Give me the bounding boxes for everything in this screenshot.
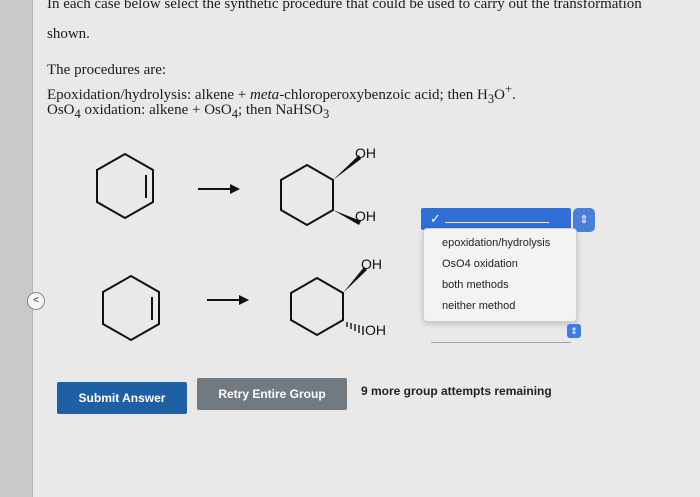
procedure-select-2[interactable] bbox=[431, 322, 571, 343]
question-text-continued: shown. bbox=[47, 26, 90, 42]
select-stepper-icon[interactable]: ⇕ bbox=[567, 324, 581, 338]
dropdown-option[interactable]: epoxidation/hydrolysis bbox=[442, 237, 550, 249]
dropdown-option[interactable]: neither method bbox=[442, 300, 515, 312]
retry-entire-group-button[interactable]: Retry Entire Group bbox=[197, 378, 347, 410]
oh-label: OH bbox=[365, 322, 386, 338]
question-panel: In each case below select the synthetic … bbox=[27, 0, 700, 497]
select-stepper-icon[interactable]: ⇕ bbox=[573, 208, 595, 232]
cyclohexene-structure-1 bbox=[96, 152, 154, 220]
dropdown-menu: epoxidation/hydrolysis OsO4 oxidation bo… bbox=[423, 228, 577, 322]
oh-label: OH bbox=[355, 145, 376, 161]
back-arrow-icon[interactable]: < bbox=[27, 292, 45, 310]
checkmark-icon: ✓ bbox=[430, 211, 441, 226]
procedures-heading: The procedures are: bbox=[47, 62, 167, 78]
hashed-wedge bbox=[346, 322, 364, 335]
selected-value-line bbox=[445, 222, 549, 223]
oh-label: OH bbox=[361, 256, 382, 272]
reaction-arrow-1 bbox=[198, 184, 240, 194]
attempts-remaining: 9 more group attempts remaining bbox=[361, 384, 552, 398]
reaction-arrow-2 bbox=[207, 295, 249, 305]
question-text: In each case below select the synthetic … bbox=[47, 0, 642, 12]
procedure-select-1[interactable]: ✓ bbox=[421, 208, 571, 230]
procedure-oso4: OsO4 oxidation: alkene + OsO4; then NaHS… bbox=[47, 102, 330, 121]
submit-answer-button[interactable]: Submit Answer bbox=[57, 382, 187, 414]
oh-label: OH bbox=[355, 208, 376, 224]
dropdown-option[interactable]: OsO4 oxidation bbox=[442, 258, 518, 270]
dropdown-option[interactable]: both methods bbox=[442, 279, 509, 291]
cyclohexene-structure-2 bbox=[102, 274, 160, 342]
